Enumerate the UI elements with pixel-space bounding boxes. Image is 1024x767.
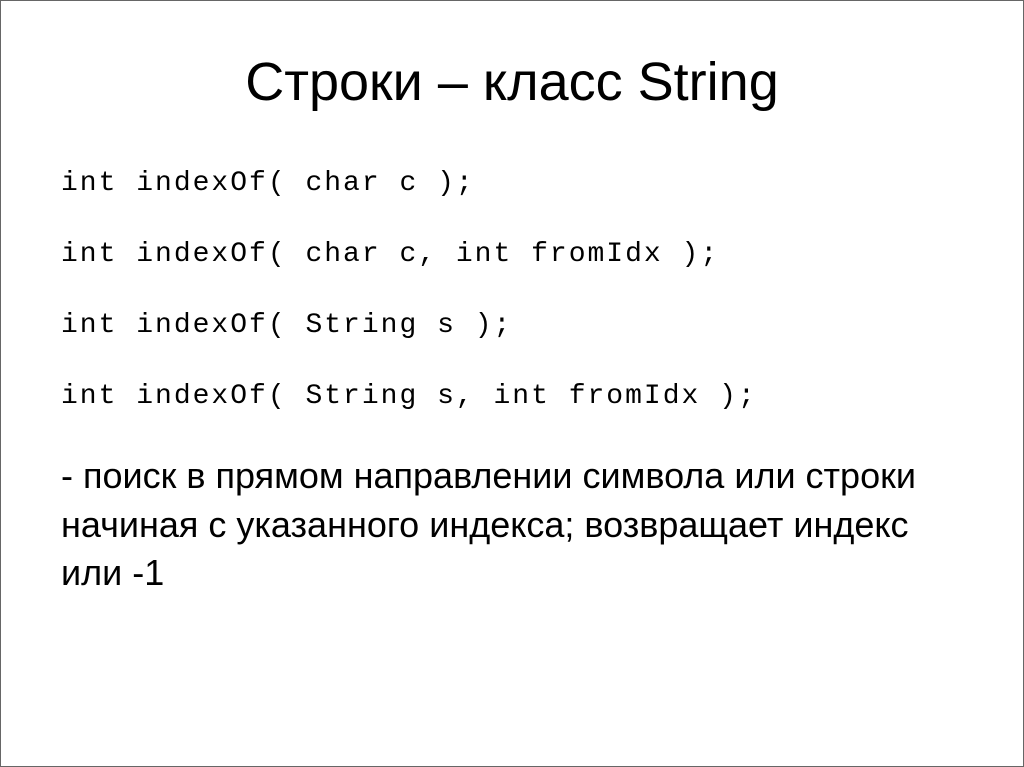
- code-signature-4: int indexOf( String s, int fromIdx );: [61, 381, 963, 412]
- slide-title: Строки – класс String: [61, 51, 963, 113]
- code-signature-2: int indexOf( char c, int fromIdx );: [61, 239, 963, 270]
- code-signature-1: int indexOf( char c );: [61, 168, 963, 199]
- code-signature-3: int indexOf( String s );: [61, 310, 963, 341]
- slide-description: - поиск в прямом направлении символа или…: [61, 452, 963, 598]
